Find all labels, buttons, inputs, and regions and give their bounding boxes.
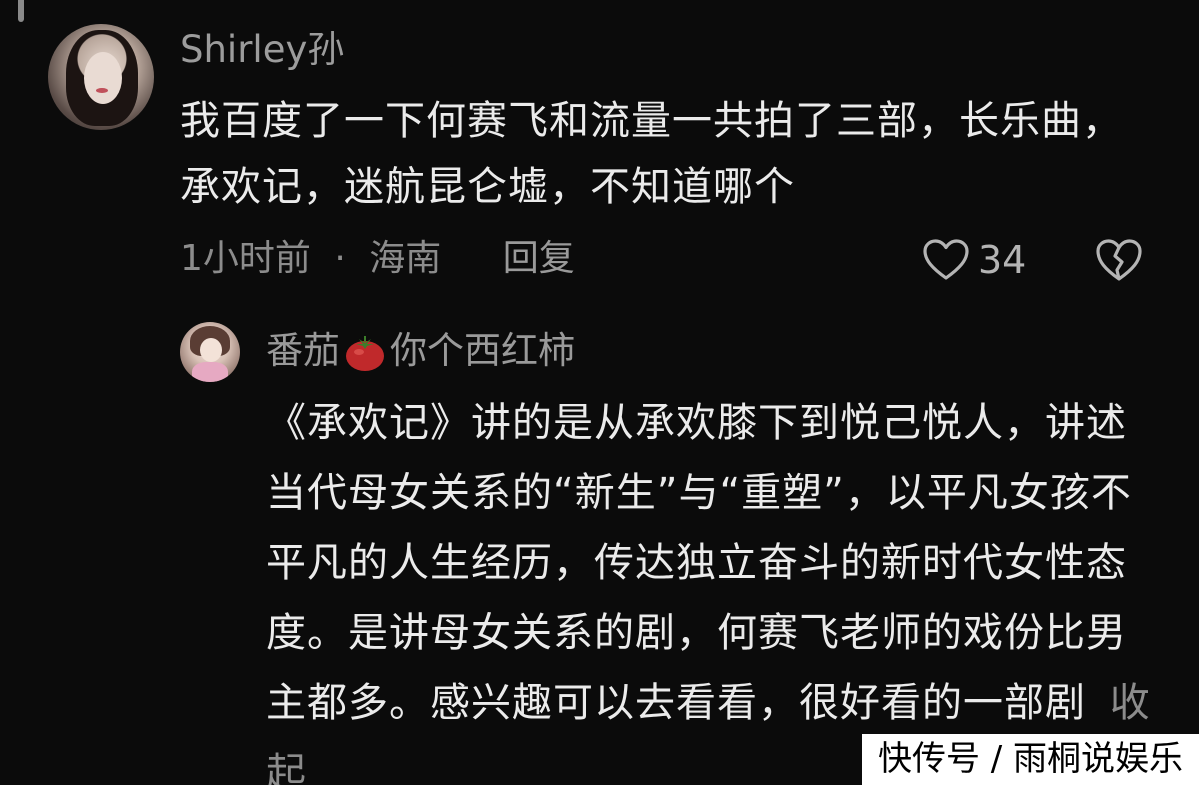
- watermark: 快传号 / 雨桐说娱乐: [862, 734, 1199, 785]
- reply-avatar-face: [200, 338, 222, 362]
- reply-username[interactable]: 番茄 你个西红柿: [266, 328, 575, 374]
- reply-button[interactable]: 回复: [503, 238, 575, 279]
- reply-avatar[interactable]: [180, 322, 240, 382]
- comment-time: 1小时前: [180, 238, 311, 279]
- comment-location: 海南: [369, 238, 442, 279]
- scroll-indicator[interactable]: [18, 0, 24, 22]
- reply-text-block: 《承欢记》讲的是从承欢膝下到悦己悦人，讲述当代母女关系的“新生”与“重塑”，以平…: [266, 388, 1166, 785]
- avatar[interactable]: [48, 24, 154, 130]
- avatar-lip: [96, 88, 108, 93]
- like-count: 34: [978, 238, 1027, 282]
- reply-username-suffix: 你个西红柿: [390, 329, 575, 372]
- like-button[interactable]: 34: [922, 236, 1026, 284]
- broken-heart-icon[interactable]: [1094, 236, 1144, 284]
- tomato-icon: [346, 336, 384, 371]
- reply-text: 《承欢记》讲的是从承欢膝下到悦己悦人，讲述当代母女关系的“新生”与“重塑”，以平…: [266, 400, 1132, 726]
- meta-separator: ·: [334, 238, 346, 279]
- heart-outline-icon: [923, 239, 969, 280]
- comment-text: 我百度了一下何赛飞和流量一共拍了三部，长乐曲，承欢记，迷航昆仑墟，不知道哪个: [180, 98, 1123, 210]
- comment-thread-page: Shirley孙 我百度了一下何赛飞和流量一共拍了三部，长乐曲，承欢记，迷航昆仑…: [0, 0, 1199, 785]
- reply-username-prefix: 番茄: [266, 329, 340, 372]
- comment-meta: 1小时前 · 海南 回复: [180, 234, 575, 284]
- reply-avatar-shirt: [192, 362, 228, 382]
- avatar-face: [84, 52, 122, 104]
- comment-username[interactable]: Shirley孙: [180, 28, 344, 72]
